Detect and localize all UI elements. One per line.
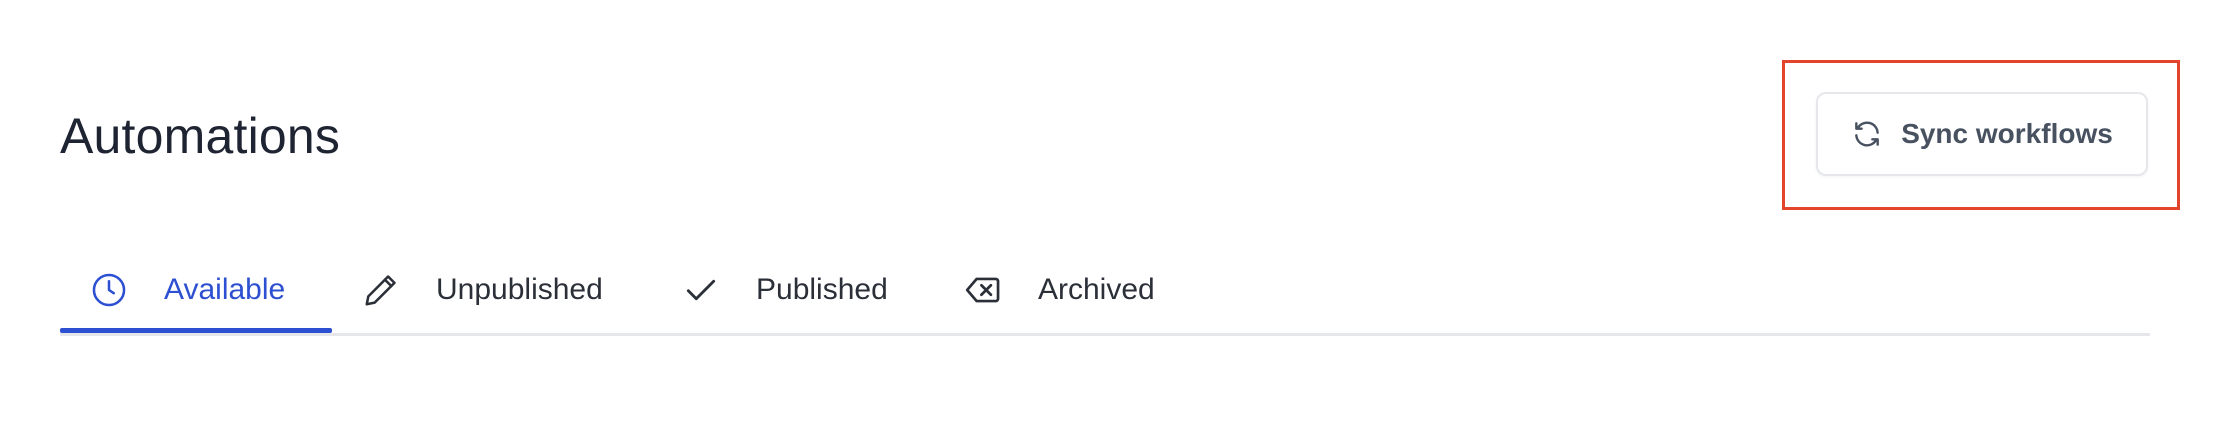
tab-bar: Available Unpublished Published Archived (60, 246, 2150, 336)
refresh-icon (1851, 118, 1883, 150)
tab-archived[interactable]: Archived (934, 246, 1185, 333)
check-icon (682, 271, 720, 309)
tab-archived-label: Archived (1038, 272, 1155, 306)
tab-unpublished-label: Unpublished (436, 272, 603, 306)
clock-icon (90, 271, 128, 309)
active-tab-indicator (60, 328, 332, 333)
tab-published-label: Published (756, 272, 888, 306)
page-title: Automations (60, 108, 341, 164)
tab-available[interactable]: Available (60, 246, 332, 333)
tab-unpublished[interactable]: Unpublished (332, 246, 633, 333)
backspace-x-icon (964, 271, 1002, 309)
sync-workflows-label: Sync workflows (1901, 118, 2113, 149)
pencil-icon (362, 271, 400, 309)
tab-published[interactable]: Published (652, 246, 918, 333)
tab-available-label: Available (164, 272, 286, 306)
tab-bar-divider (60, 333, 2150, 336)
sync-workflows-button[interactable]: Sync workflows (1816, 92, 2148, 176)
